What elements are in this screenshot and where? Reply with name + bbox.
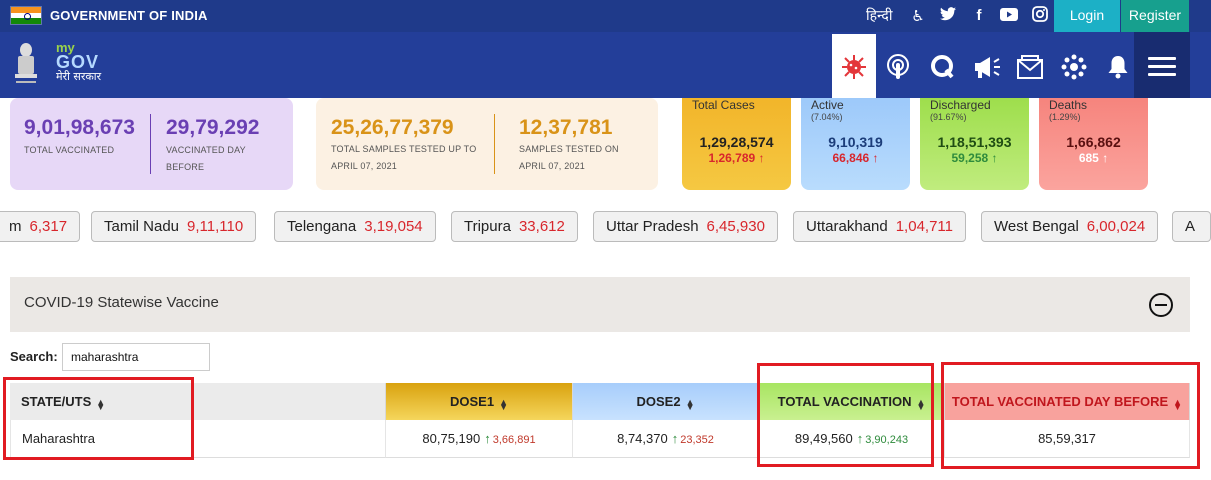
deaths-tile[interactable]: Deaths (1.29%) 1,66,862 685 ↑ [1039, 98, 1148, 190]
gov-label: GOVERNMENT OF INDIA [50, 8, 208, 23]
podcast-icon[interactable] [876, 34, 920, 98]
divider [150, 114, 151, 174]
header-dose1[interactable]: DOSE1 ▲ ▼ [386, 383, 573, 420]
state-chip[interactable]: Telengana 3,19,054 [274, 211, 436, 242]
sort-icon: ▲ ▼ [685, 396, 695, 412]
sort-icon: ▲ ▼ [916, 396, 926, 412]
vaccinated-day-before-value: 29,79,292 [166, 116, 260, 139]
cell-dose2: 8,74,370 ↑ 23,352 [573, 420, 759, 458]
facebook-icon[interactable]: f [969, 6, 989, 26]
active-delta: 66,846 ↑ [832, 151, 879, 165]
search-label: Search: [10, 349, 58, 364]
state-chip[interactable]: m 6,317 [0, 211, 81, 242]
active-tile[interactable]: Active (7.04%) 9,10,319 66,846 ↑ [801, 98, 910, 190]
instagram-icon[interactable] [1030, 6, 1050, 26]
main-nav: my GOV मेरी सरकार [0, 32, 1211, 98]
state-chip[interactable]: Tripura 33,612 [451, 211, 578, 242]
state-chip[interactable]: Tamil Nadu 9,11,110 [91, 211, 257, 242]
total-samples-tested-label-1: TOTAL SAMPLES TESTED UP TO [331, 144, 477, 154]
accessibility-icon[interactable]: ♿ [908, 6, 928, 26]
total-vaccinated-label: TOTAL VACCINATED [24, 145, 115, 155]
samples-tested-label-2: APRIL 07, 2021 [519, 161, 586, 171]
sort-icon: ▲ ▼ [96, 396, 106, 412]
vaccinated-day-before-label-2: BEFORE [166, 162, 205, 172]
discharged-tile[interactable]: Discharged (91.67%) 1,18,51,393 59,258 ↑ [920, 98, 1029, 190]
hamburger-menu-icon[interactable] [1134, 32, 1190, 98]
accordion-title: COVID-19 Statewise Vaccine [24, 294, 219, 311]
cell-dose1: 80,75,190 ↑ 3,66,891 [386, 420, 573, 458]
total-cases-delta: 1,26,789 ↑ [708, 151, 765, 165]
logo-hindi: मेरी सरकार [56, 70, 102, 83]
total-samples-tested-value: 25,26,77,379 [331, 116, 454, 139]
mygov-logo[interactable]: my GOV मेरी सरकार [56, 41, 102, 84]
search-input[interactable] [62, 343, 210, 371]
sort-icon: ▲ ▼ [499, 396, 508, 412]
sort-icon: ▲ ▼ [1173, 396, 1183, 412]
deaths-delta: 685 ↑ [1078, 151, 1109, 165]
quiz-icon[interactable] [920, 34, 964, 98]
youtube-icon[interactable] [999, 6, 1019, 26]
campaign-icon[interactable] [964, 34, 1008, 98]
total-samples-tested-label-2: APRIL 07, 2021 [331, 161, 398, 171]
testing-card: 25,26,77,379 TOTAL SAMPLES TESTED UP TO … [316, 98, 658, 190]
active-pct: (7.04%) [811, 112, 843, 122]
state-chip[interactable]: West Bengal 6,00,024 [981, 211, 1159, 242]
samples-tested-value: 12,37,781 [519, 116, 613, 139]
twitter-icon[interactable] [938, 6, 958, 26]
india-flag-icon [10, 6, 42, 25]
discharged-value: 1,18,51,393 [937, 134, 1012, 150]
state-chip[interactable]: A [1172, 211, 1211, 242]
statewise-vaccine-accordion[interactable]: COVID-19 Statewise Vaccine [10, 277, 1190, 332]
register-button[interactable]: Register [1121, 0, 1189, 32]
deaths-value: 1,66,862 [1066, 134, 1121, 150]
discharged-pct: (91.67%) [930, 112, 967, 122]
discharged-title: Discharged [930, 98, 991, 112]
divider [494, 114, 495, 174]
active-value: 9,10,319 [828, 134, 883, 150]
connect-icon[interactable] [1052, 34, 1096, 98]
login-button[interactable]: Login [1054, 0, 1120, 32]
vaccinated-day-before-label-1: VACCINATED DAY [166, 145, 246, 155]
total-cases-title: Total Cases [692, 98, 755, 112]
header-state[interactable]: STATE/UTS ▲ ▼ [10, 383, 386, 420]
cell-state: Maharashtra [10, 420, 386, 458]
total-cases-value: 1,29,28,574 [699, 134, 774, 150]
total-cases-tile[interactable]: Total Cases 1,29,28,574 1,26,789 ↑ [682, 98, 791, 190]
header-total-vaccination[interactable]: TOTAL VACCINATION ▲ ▼ [759, 383, 945, 420]
deaths-pct: (1.29%) [1049, 112, 1081, 122]
gov-topbar: GOVERNMENT OF INDIA हिन्दी ♿ f Login Reg… [0, 0, 1211, 32]
header-day-before[interactable]: TOTAL VACCINATED DAY BEFORE ▲ ▼ [945, 383, 1190, 420]
active-title: Active [811, 98, 844, 112]
collapse-icon[interactable] [1149, 293, 1173, 317]
emblem-icon [12, 40, 40, 88]
state-chip[interactable]: Uttarakhand 1,04,711 [793, 211, 966, 242]
cell-total-vaccination: 89,49,560 ↑ 3,90,243 [759, 420, 945, 458]
hindi-language-link[interactable]: हिन्दी [866, 6, 892, 25]
state-chip[interactable]: Uttar Pradesh 6,45,930 [593, 211, 778, 242]
header-dose2[interactable]: DOSE2 ▲ ▼ [573, 383, 759, 420]
deaths-title: Deaths [1049, 98, 1088, 112]
covid-icon[interactable] [832, 34, 876, 98]
samples-tested-label-1: SAMPLES TESTED ON [519, 144, 619, 154]
newsletter-icon[interactable] [1008, 34, 1052, 98]
logo-gov: GOV [56, 52, 100, 72]
discharged-delta: 59,258 ↑ [951, 151, 998, 165]
cell-day-before: 85,59,317 [945, 420, 1190, 458]
total-vaccinated-value: 9,01,98,673 [24, 116, 135, 139]
vaccination-card: 9,01,98,673 TOTAL VACCINATED 29,79,292 V… [10, 98, 293, 190]
